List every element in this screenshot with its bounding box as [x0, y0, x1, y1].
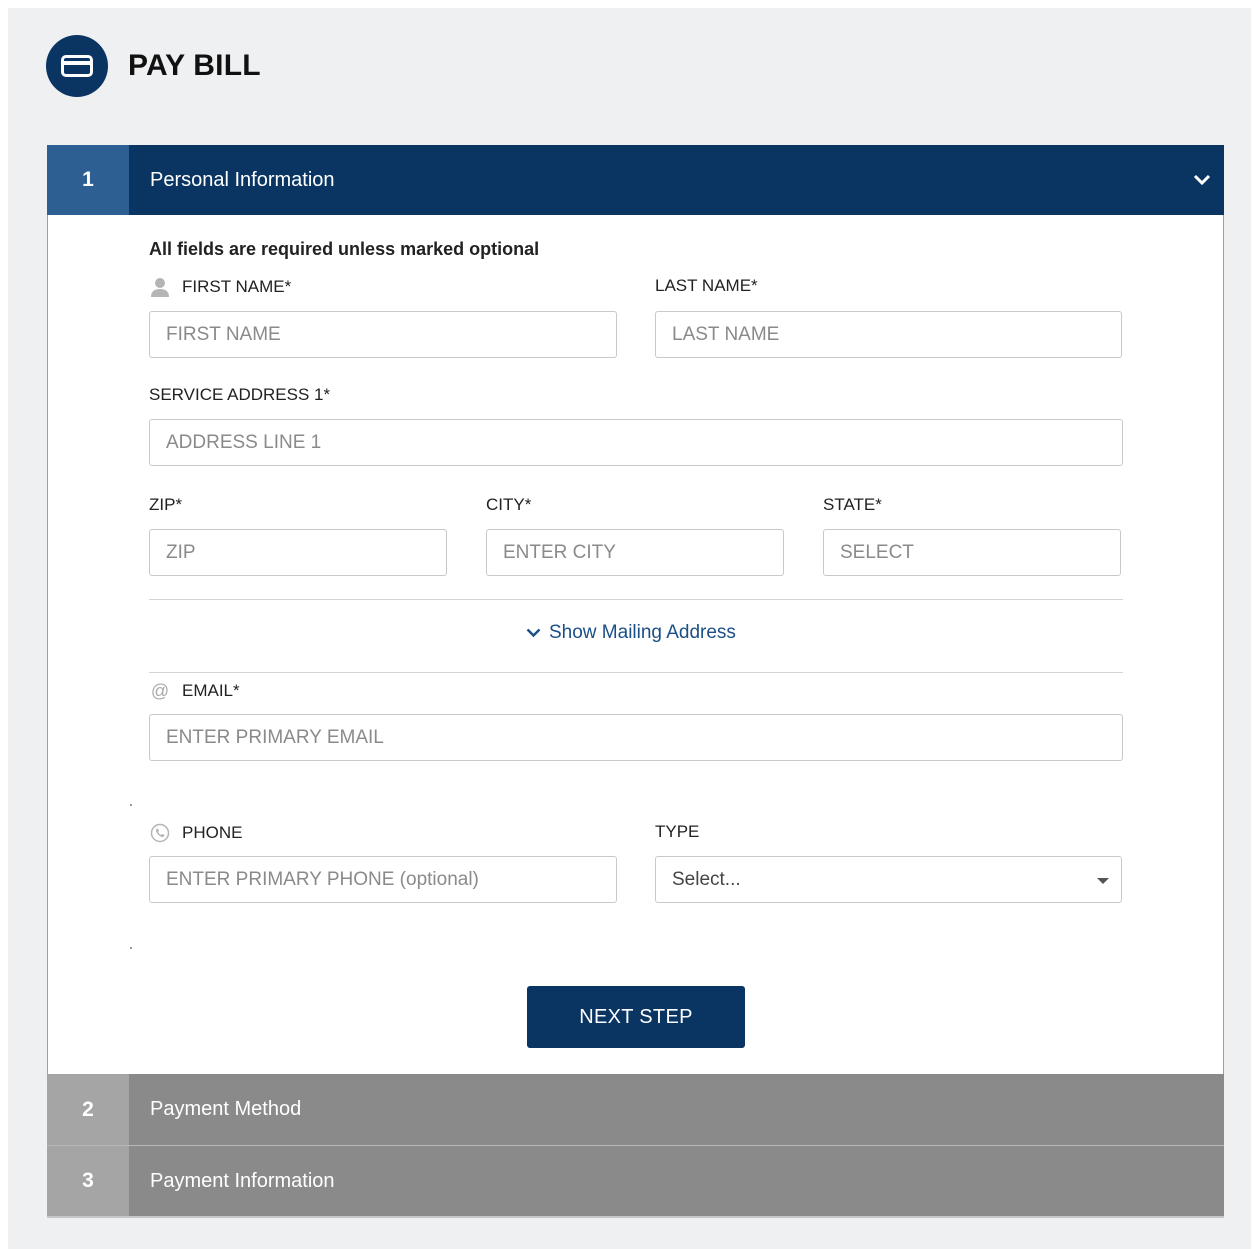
last-name-input[interactable] [655, 311, 1122, 358]
phone-type-select[interactable]: Select... [655, 856, 1122, 903]
step-number: 2 [47, 1074, 129, 1145]
zip-label: ZIP* [149, 495, 183, 514]
caret-down-icon [1097, 878, 1109, 884]
city-input[interactable] [486, 529, 784, 576]
step-title: Personal Information [129, 145, 1180, 215]
step-personal-information-header[interactable]: 1 Personal Information [47, 145, 1224, 215]
divider [149, 672, 1123, 673]
show-mailing-address-text: Show Mailing Address [549, 622, 736, 643]
email-input[interactable] [149, 714, 1123, 761]
last-name-label: LAST NAME* [655, 276, 758, 295]
page-header: PAY BILL [46, 34, 261, 98]
state-label: STATE* [823, 495, 882, 514]
at-sign-icon: @ [150, 680, 170, 701]
show-mailing-address-link[interactable]: Show Mailing Address [526, 622, 736, 644]
address-line-1-input[interactable] [149, 419, 1123, 466]
next-step-button[interactable]: NEXT STEP [527, 986, 745, 1048]
zip-input[interactable] [149, 529, 447, 576]
user-icon [149, 276, 171, 298]
first-name-label: FIRST NAME* [149, 276, 291, 298]
step-number: 1 [47, 145, 129, 215]
personal-information-form: All fields are required unless marked op… [47, 215, 1224, 1074]
required-fields-note: All fields are required unless marked op… [149, 239, 540, 259]
page-background: PAY BILL 1 Personal Information All fiel… [8, 8, 1251, 1249]
step-number: 3 [47, 1146, 129, 1216]
chevron-down-icon[interactable] [1180, 145, 1224, 215]
service-address-label: SERVICE ADDRESS 1* [149, 385, 331, 404]
step-title: Payment Method [129, 1074, 1224, 1145]
step-payment-information-header[interactable]: 3 Payment Information [47, 1145, 1224, 1218]
credit-card-icon [46, 35, 108, 97]
chevron-down-icon [526, 628, 541, 638]
divider [149, 599, 1123, 600]
payment-accordion: 1 Personal Information All fields are re… [47, 145, 1224, 1218]
city-label: CITY* [486, 495, 532, 514]
email-label: @ EMAIL* [149, 680, 240, 702]
page-title: PAY BILL [128, 49, 261, 82]
first-name-label-text: FIRST NAME* [182, 277, 292, 296]
email-label-text: EMAIL* [182, 681, 240, 700]
phone-icon [149, 822, 171, 844]
phone-input[interactable] [149, 856, 617, 903]
step-title: Payment Information [129, 1146, 1224, 1216]
phone-type-value: Select... [672, 868, 741, 890]
phone-label-text: PHONE [182, 823, 243, 842]
phone-label: PHONE [149, 822, 242, 844]
dot [130, 804, 132, 806]
first-name-input[interactable] [149, 311, 617, 358]
step-payment-method-header[interactable]: 2 Payment Method [47, 1074, 1224, 1145]
type-label: TYPE [655, 822, 700, 841]
state-select[interactable] [823, 529, 1121, 576]
dot [130, 947, 132, 949]
